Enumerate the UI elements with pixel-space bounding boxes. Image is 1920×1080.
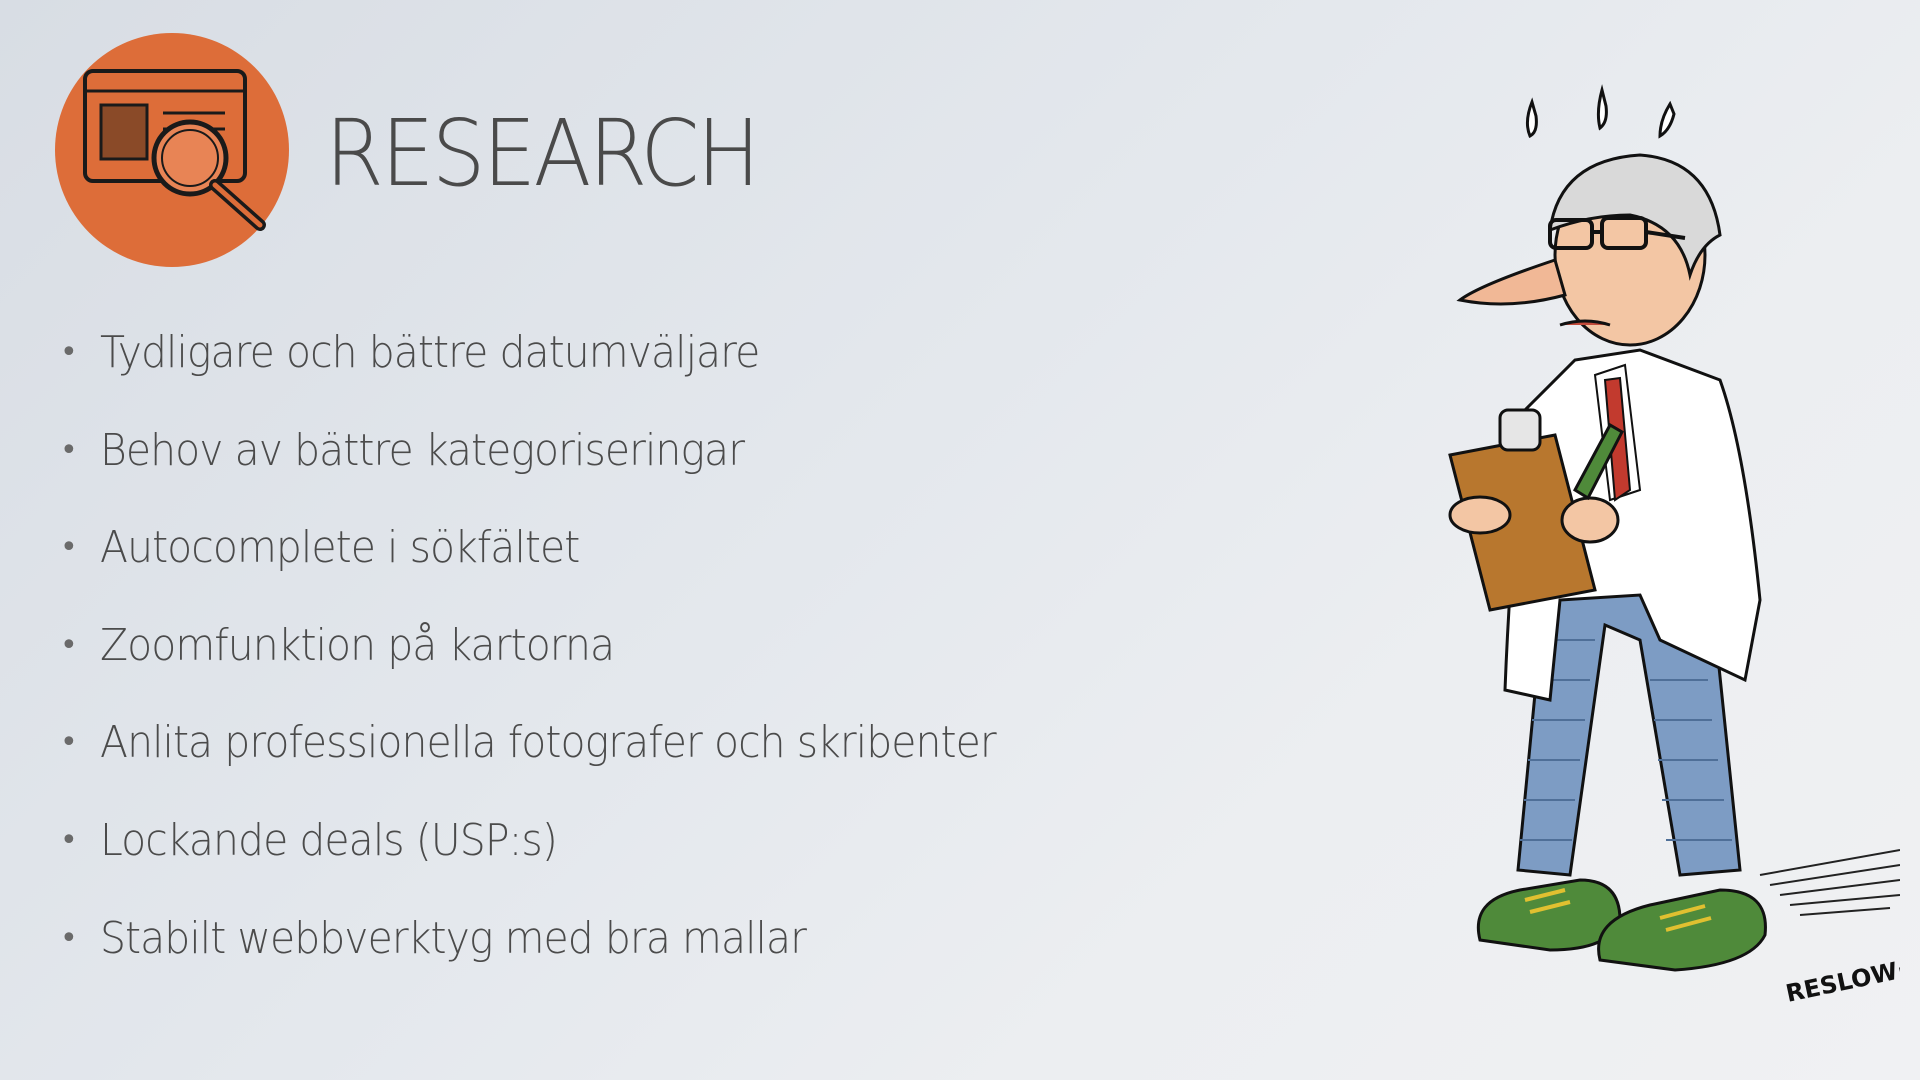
bullet-item: • Behov av bättre kategoriseringar [60,423,1063,521]
bullet-dot: • [60,432,78,468]
bullet-dot: • [60,725,78,761]
bullet-dot: • [60,627,78,663]
artist-signature: RESLOW·22 [1783,948,1900,1008]
bullet-dot: • [60,530,78,566]
bullet-dot: • [60,920,78,956]
slide-title: RESEARCH [325,100,760,207]
research-logo [55,33,289,267]
bullet-text: Anlita professionella fotografer och skr… [100,717,997,769]
bullet-text: Behov av bättre kategoriseringar [100,424,745,476]
bullet-text: Tydligare och bättre datumväljare [100,327,760,378]
bullet-dot: • [60,822,78,858]
bullet-item: • Anlita professionella fotografer och s… [60,715,1063,813]
bullet-text: Lockande deals (USP:s) [100,814,558,866]
bullet-item: • Lockande deals (USP:s) [60,813,1063,911]
bullet-item: • Stabilt webbverktyg med bra mallar [60,911,1063,1009]
research-magnifier-icon [83,69,266,231]
scientist-with-clipboard-illustration: RESLOW·22 [1448,84,1900,1008]
bullet-text: Autocomplete i sökfältet [100,522,580,574]
bullet-text: Zoomfunktion på kartorna [100,619,615,671]
bullet-text: Stabilt webbverktyg med bra mallar [100,912,807,964]
bullet-item: • Autocomplete i sökfältet [60,520,1063,618]
bullet-list: • Tydligare och bättre datumväljare • Be… [60,325,1063,1008]
bullet-item: • Zoomfunktion på kartorna [60,618,1063,716]
bullet-dot: • [60,335,78,370]
bullet-item: • Tydligare och bättre datumväljare [60,325,1063,423]
